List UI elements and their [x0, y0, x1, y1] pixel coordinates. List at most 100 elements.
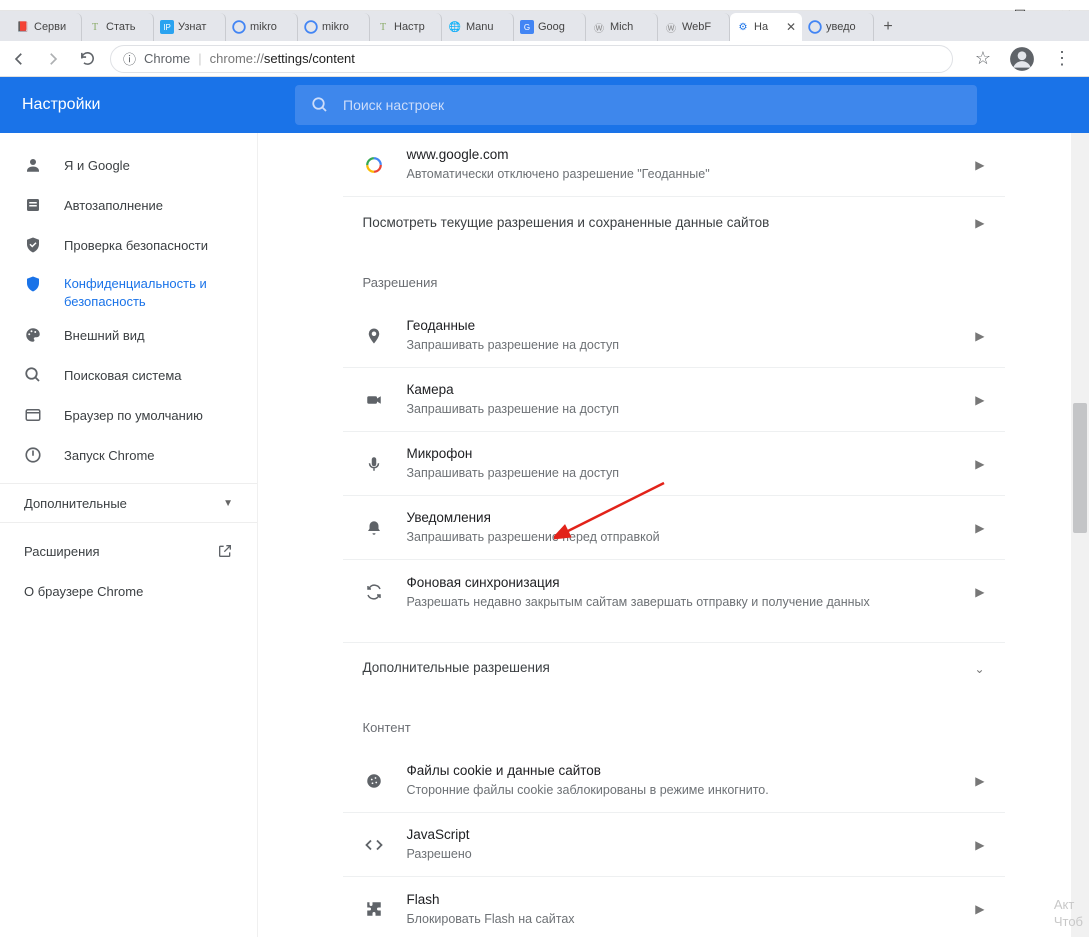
- url-text: chrome://settings/content: [210, 51, 355, 66]
- puzzle-icon: [363, 900, 385, 918]
- tab-label: Mich: [610, 21, 633, 33]
- profile-avatar-icon[interactable]: [1009, 46, 1035, 72]
- row-notifications[interactable]: УведомленияЗапрашивать разрешение перед …: [343, 496, 1005, 560]
- google-favicon: [363, 156, 385, 174]
- row-title: JavaScript: [407, 825, 954, 845]
- row-title: Flash: [407, 890, 954, 910]
- row-title: Геоданные: [407, 316, 954, 336]
- close-icon[interactable]: ✕: [786, 20, 796, 34]
- tab-6[interactable]: 🌐Manu: [442, 13, 514, 41]
- row-additional-permissions[interactable]: Дополнительные разрешения ⌄: [343, 642, 1005, 694]
- chevron-right-icon: ▶: [975, 158, 984, 172]
- settings-card: www.google.com Автоматически отключено р…: [343, 133, 1005, 937]
- row-flash[interactable]: FlashБлокировать Flash на сайтах ▶: [343, 877, 1005, 937]
- reload-button[interactable]: [76, 48, 98, 70]
- row-title: Дополнительные разрешения: [363, 658, 953, 678]
- tab-5[interactable]: T Настр: [370, 13, 442, 41]
- tab-label: уведо: [826, 21, 856, 33]
- code-icon: [363, 836, 385, 854]
- sidebar-item-label: Внешний вид: [64, 328, 145, 343]
- sidebar-extensions[interactable]: Расширения: [0, 531, 257, 571]
- globe-icon: 🌐: [448, 20, 462, 34]
- row-background-sync[interactable]: Фоновая синхронизацияРазрешать недавно з…: [343, 560, 1005, 624]
- sidebar-item-startup[interactable]: Запуск Chrome: [0, 435, 257, 475]
- sidebar-advanced-toggle[interactable]: Дополнительные ▼: [0, 483, 257, 523]
- row-cookies[interactable]: Файлы cookie и данные сайтовСторонние фа…: [343, 749, 1005, 813]
- forward-button[interactable]: [42, 48, 64, 70]
- google-icon: [304, 20, 318, 34]
- sidebar-item-default-browser[interactable]: Браузер по умолчанию: [0, 395, 257, 435]
- tab-0[interactable]: 📕 Серви: [10, 13, 82, 41]
- tab-label: mikro: [322, 21, 349, 33]
- sidebar-about-chrome[interactable]: О браузере Chrome: [0, 571, 257, 611]
- row-camera[interactable]: КамераЗапрашивать разрешение на доступ ▶: [343, 368, 1005, 432]
- sidebar-item-appearance[interactable]: Внешний вид: [0, 315, 257, 355]
- tab-label: Стать: [106, 21, 136, 33]
- row-microphone[interactable]: МикрофонЗапрашивать разрешение на доступ…: [343, 432, 1005, 496]
- shield-check-icon: [24, 236, 42, 254]
- chevron-right-icon: ▶: [975, 902, 984, 916]
- tab-1[interactable]: TСтать: [82, 13, 154, 41]
- settings-body: Я и Google Автозаполнение Проверка безоп…: [0, 133, 1089, 937]
- tab-8[interactable]: ⓌMich: [586, 13, 658, 41]
- sidebar-item-label: Проверка безопасности: [64, 238, 208, 253]
- row-view-permissions[interactable]: Посмотреть текущие разрешения и сохранен…: [343, 197, 1005, 249]
- sidebar-advanced-label: Дополнительные: [24, 496, 127, 511]
- tab-9[interactable]: Ⓦ WebF: [658, 13, 730, 41]
- bookmark-star-icon[interactable]: ☆: [975, 48, 991, 69]
- tab-2[interactable]: IPУзнат: [154, 13, 226, 41]
- tab-label: WebF: [682, 21, 711, 33]
- tab-label: Серви: [34, 21, 66, 33]
- sidebar-item-label: Браузер по умолчанию: [64, 408, 203, 423]
- palette-icon: [24, 326, 42, 344]
- power-icon: [24, 446, 42, 464]
- scrollbar-track[interactable]: [1071, 133, 1089, 937]
- settings-search-input[interactable]: Поиск настроек: [295, 85, 977, 125]
- t-icon: T: [376, 20, 390, 34]
- sidebar-item-safety[interactable]: Проверка безопасности: [0, 225, 257, 265]
- tab-label: Настр: [394, 21, 425, 33]
- row-location[interactable]: ГеоданныеЗапрашивать разрешение на досту…: [343, 304, 1005, 368]
- new-tab-button[interactable]: +: [874, 13, 902, 41]
- chevron-down-icon: ⌄: [974, 662, 984, 676]
- settings-header: Настройки Поиск настроек: [0, 77, 1089, 133]
- chevron-right-icon: ▶: [975, 457, 984, 471]
- tab-11[interactable]: уведо: [802, 13, 874, 41]
- sidebar-item-privacy[interactable]: Конфиденциальность и безопасность: [0, 265, 257, 315]
- row-title: Уведомления: [407, 508, 954, 528]
- url-input[interactable]: ⓘ Chrome | chrome://settings/content: [110, 45, 953, 73]
- chevron-right-icon: ▶: [975, 329, 984, 343]
- tab-label: Goog: [538, 21, 565, 33]
- row-javascript[interactable]: JavaScriptРазрешено ▶: [343, 813, 1005, 877]
- camera-icon: [363, 391, 385, 409]
- row-title: www.google.com: [407, 145, 954, 165]
- w-icon: Ⓦ: [664, 20, 678, 34]
- chevron-right-icon: ▶: [975, 216, 984, 230]
- section-header-permissions: Разрешения: [343, 249, 1005, 304]
- menu-dots-icon[interactable]: ⋮: [1053, 48, 1071, 69]
- ip-icon: IP: [160, 20, 174, 34]
- tab-10-active[interactable]: ⚙На✕: [730, 13, 802, 41]
- sidebar-item-search-engine[interactable]: Поисковая система: [0, 355, 257, 395]
- site-info-icon[interactable]: ⓘ: [123, 49, 136, 68]
- row-subtitle: Запрашивать разрешение на доступ: [407, 400, 954, 419]
- row-subtitle: Запрашивать разрешение перед отправкой: [407, 528, 954, 547]
- sidebar-item-you-and-google[interactable]: Я и Google: [0, 145, 257, 185]
- microphone-icon: [363, 455, 385, 473]
- tab-4[interactable]: mikro: [298, 13, 370, 41]
- row-subtitle: Автоматически отключено разрешение "Геод…: [407, 165, 954, 184]
- row-google-site[interactable]: www.google.com Автоматически отключено р…: [343, 133, 1005, 197]
- tab-3[interactable]: mikro: [226, 13, 298, 41]
- sidebar: Я и Google Автозаполнение Проверка безоп…: [0, 133, 258, 937]
- tab-7[interactable]: GGoog: [514, 13, 586, 41]
- activation-watermark: Акт Чтоб: [1054, 897, 1083, 931]
- google-icon: [232, 20, 246, 34]
- sidebar-item-autofill[interactable]: Автозаполнение: [0, 185, 257, 225]
- scrollbar-thumb[interactable]: [1073, 403, 1087, 533]
- location-icon: [363, 327, 385, 345]
- mail-icon: 📕: [16, 20, 30, 34]
- browser-icon: [24, 406, 42, 424]
- sync-icon: [363, 583, 385, 601]
- back-button[interactable]: [8, 48, 30, 70]
- page-title: Настройки: [0, 96, 295, 114]
